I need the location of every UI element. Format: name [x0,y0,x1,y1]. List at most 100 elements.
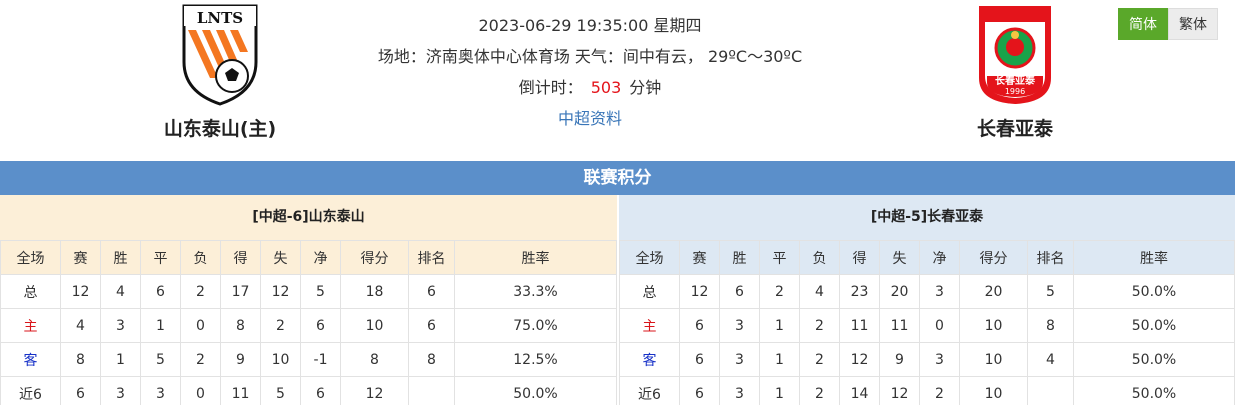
table-cell: 5 [300,274,341,309]
countdown-unit: 分钟 [629,78,662,97]
table-cell: 6 [679,308,720,343]
match-venue-weather: 场地：济南奥体中心体育场 天气：间中有云， 29ºC～30ºC [377,47,803,66]
table-cell: 12 [879,376,920,405]
table-cell: 1 [100,342,141,377]
away-team: 长春亚泰 1996 长春亚泰 [905,0,1125,141]
home-column-header: 得分 [340,240,409,275]
table-cell: 5 [260,376,301,405]
table-cell: 33.3% [454,274,617,309]
table-cell: 1 [759,308,800,343]
table-cell: 8 [1027,308,1074,343]
home-column-header: 赛 [60,240,101,275]
home-standings-table: 全场赛胜平负得失净得分 排名 胜率 总 12 4 6 2 17 12 5 18 6 33.3% 主 4 3 1 0… [0,240,617,405]
table-cell: 6 [60,376,101,405]
table-cell: 12 [260,274,301,309]
table-cell: 23 [839,274,880,309]
league-info-link[interactable]: 中超资料 [370,103,810,134]
countdown-value: 503 [590,78,622,97]
table-row: 近6 6 3 3 0 11 5 6 12 50.0% [0,376,617,405]
away-column-header: 平 [759,240,800,275]
away-standings-table: 全场赛胜平负得失净得分 排名 胜率 总 12 6 2 4 23 20 3 20 5 50.0% 主 6 3 1 2… [619,240,1235,405]
table-cell: 6 [719,274,760,309]
home-team-logo[interactable]: LNTS [110,0,330,110]
away-team-name[interactable]: 长春亚泰 [905,114,1125,141]
table-cell: 5 [1027,274,1074,309]
row-label: 主 [619,308,680,343]
table-cell: 12 [340,376,409,405]
table-cell: 6 [679,376,720,405]
table-cell: 11 [839,308,880,343]
home-column-header: 胜率 [454,240,617,275]
table-cell: 12.5% [454,342,617,377]
away-table-body: 总 12 6 2 4 23 20 3 20 5 50.0% 主 6 3 1 2 11 11 0 10 8 50.0% 客 6 3… [619,274,1235,405]
table-cell: 0 [180,308,221,343]
table-cell: 12 [679,274,720,309]
table-cell: 3 [919,342,960,377]
table-cell: 8 [408,342,455,377]
countdown: 倒计时： 503 分钟 [370,72,810,103]
home-standings-title[interactable]: [中超-6]山东泰山 [0,195,617,240]
table-row: 主 6 3 1 2 11 11 0 10 8 50.0% [619,308,1235,343]
row-label: 客 [619,342,680,377]
table-row: 客 6 3 1 2 12 9 3 10 4 50.0% [619,342,1235,377]
away-team-logo[interactable]: 长春亚泰 1996 [905,0,1125,110]
table-cell: 6 [300,308,341,343]
table-cell: 12 [60,274,101,309]
home-team: LNTS 山东泰山(主) [110,0,330,141]
table-cell: 3 [719,376,760,405]
table-cell: 4 [100,274,141,309]
table-cell: 10 [959,308,1028,343]
shandong-taishan-logo-icon: LNTS [182,4,258,106]
table-cell: 14 [839,376,880,405]
home-column-header: 平 [140,240,181,275]
table-cell: 8 [60,342,101,377]
table-cell: 6 [679,342,720,377]
table-cell [408,376,455,405]
row-label: 近6 [0,376,61,405]
table-cell: 50.0% [1073,376,1235,405]
simplified-chinese-button[interactable]: 简体 [1118,8,1168,40]
away-table-header-row: 全场赛胜平负得失净得分 排名 胜率 [619,240,1235,275]
table-cell: 3 [719,342,760,377]
table-cell: 50.0% [454,376,617,405]
table-cell: 50.0% [1073,342,1235,377]
table-cell: 18 [340,274,409,309]
away-column-header: 负 [799,240,840,275]
away-standings-title[interactable]: [中超-5]长春亚泰 [619,195,1235,240]
away-column-header: 赛 [679,240,720,275]
traditional-chinese-button[interactable]: 繁体 [1168,8,1218,40]
table-cell: 9 [879,342,920,377]
table-row: 总 12 4 6 2 17 12 5 18 6 33.3% [0,274,617,309]
table-row: 主 4 3 1 0 8 2 6 10 6 75.0% [0,308,617,343]
match-datetime: 2023-06-29 19:35:00 星期四 [478,16,702,35]
away-column-header: 净 [919,240,960,275]
table-cell: 5 [140,342,181,377]
table-cell: 4 [60,308,101,343]
table-cell: 0 [180,376,221,405]
table-cell: 4 [799,274,840,309]
home-column-header: 全场 [0,240,61,275]
table-cell: 1 [759,342,800,377]
row-label: 客 [0,342,61,377]
home-column-header: 失 [260,240,301,275]
table-cell: 2 [759,274,800,309]
table-cell: 2 [799,342,840,377]
table-cell: 11 [220,376,261,405]
table-cell: 2 [180,274,221,309]
row-label: 总 [619,274,680,309]
table-cell [1027,376,1074,405]
language-switch: 简体 繁体 [1118,8,1218,40]
row-label: 主 [0,308,61,343]
home-logo-letters: LNTS [197,9,243,27]
table-cell: 0 [919,308,960,343]
home-team-name[interactable]: 山东泰山(主) [110,114,330,141]
away-logo-cn-name: 长春亚泰 [995,74,1036,87]
table-cell: 6 [140,274,181,309]
table-cell: 6 [300,376,341,405]
table-cell: -1 [300,342,341,377]
changchun-yatai-logo-icon: 长春亚泰 1996 [979,6,1051,104]
table-cell: 6 [408,274,455,309]
table-row: 总 12 6 2 4 23 20 3 20 5 50.0% [619,274,1235,309]
table-cell: 12 [839,342,880,377]
table-row: 近6 6 3 1 2 14 12 2 10 50.0% [619,376,1235,405]
